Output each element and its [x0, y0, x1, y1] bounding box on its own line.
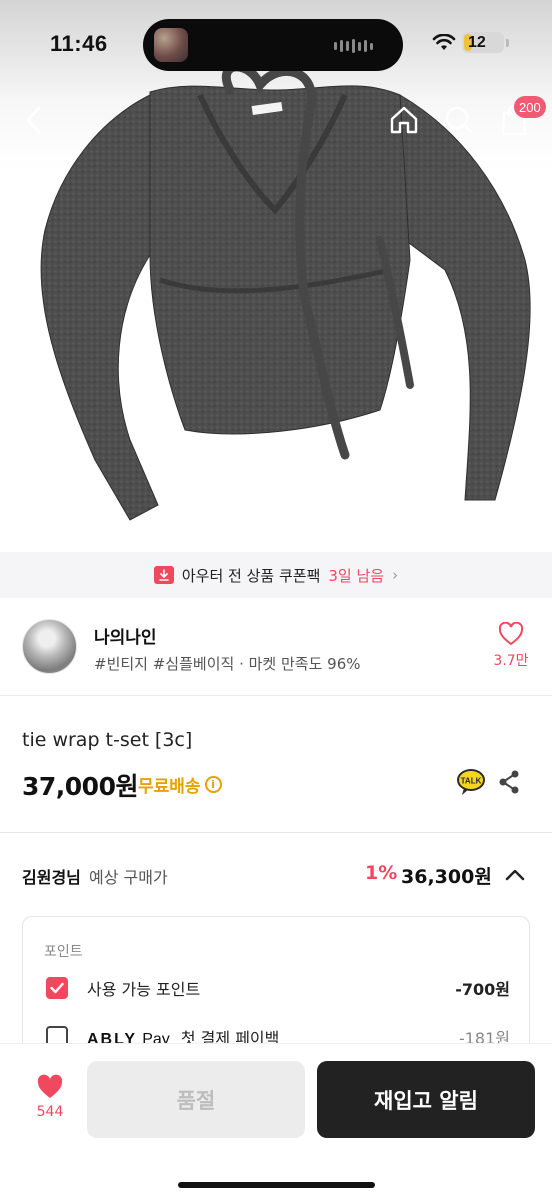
share-button[interactable]: [497, 769, 521, 795]
points-title: 포인트: [44, 944, 83, 960]
home-button[interactable]: [382, 98, 426, 142]
search-icon: [445, 106, 473, 134]
checkmark-icon: [50, 982, 64, 994]
available-points-row[interactable]: 사용 가능 포인트 -700원: [46, 974, 510, 1002]
wishlist-count: 544: [36, 1104, 64, 1120]
audio-waveform-icon: [334, 39, 373, 53]
coupon-remaining-days: 3일 남음: [328, 566, 385, 585]
expected-discount-percent: 1%: [365, 862, 398, 884]
coupon-banner[interactable]: 아우터 전 상품 쿠폰팩 3일 남음 ›: [0, 552, 552, 598]
chevron-up-icon[interactable]: [504, 864, 526, 886]
expected-price-value: 36,300원: [401, 866, 492, 888]
seller-name[interactable]: 나의나인: [94, 623, 157, 648]
available-points-value: -700원: [455, 980, 510, 999]
section-divider: [0, 832, 552, 833]
sold-out-button[interactable]: 품절: [87, 1061, 305, 1138]
heart-filled-icon: [37, 1074, 63, 1098]
product-image-area[interactable]: 11:46 12 200: [0, 0, 552, 552]
home-icon: [390, 106, 418, 134]
available-points-label: 사용 가능 포인트: [87, 980, 201, 999]
wishlist-button[interactable]: 544: [28, 1074, 72, 1120]
status-indicators: 12: [432, 32, 509, 53]
free-shipping-label[interactable]: 무료배송 i: [138, 772, 222, 797]
cart-count-badge: 200: [514, 96, 546, 118]
expected-price-label: 예상 구매가: [89, 868, 168, 887]
expected-price-toggle[interactable]: 김원경님 예상 구매가 1% 36,300원: [0, 850, 552, 900]
svg-text:TALK: TALK: [461, 777, 482, 786]
status-time: 11:46: [50, 31, 108, 56]
product-price: 37,000원: [22, 772, 138, 801]
talk-bubble-icon: TALK: [457, 769, 485, 795]
search-button[interactable]: [437, 98, 481, 142]
battery-level: 12: [468, 33, 486, 51]
seller-avatar[interactable]: [22, 619, 77, 674]
heart-outline-icon: [498, 622, 524, 646]
now-playing-artwork: [154, 28, 188, 62]
free-shipping-text: 무료배송: [138, 777, 201, 797]
coupon-text: 아우터 전 상품 쿠폰팩: [181, 566, 321, 585]
home-indicator[interactable]: [178, 1182, 375, 1188]
chevron-right-icon: ›: [392, 566, 399, 584]
seller-tags: #빈티지 #심플베이직 · 마켓 만족도 96%: [94, 655, 361, 673]
battery-icon: 12: [462, 32, 504, 53]
info-icon[interactable]: i: [204, 776, 222, 793]
bottom-action-bar: 544 품절 재입고 알림: [0, 1043, 552, 1200]
product-name: tie wrap t-set [3c]: [22, 729, 193, 751]
wifi-icon: [432, 33, 456, 50]
restock-alert-button[interactable]: 재입고 알림: [317, 1061, 535, 1138]
share-icon: [499, 770, 519, 794]
seller-like-button[interactable]: 3.7만: [489, 622, 533, 670]
kakao-talk-button[interactable]: TALK: [456, 768, 486, 796]
expected-price-user: 김원경님: [22, 868, 81, 887]
points-card: 포인트 사용 가능 포인트 -700원 ABLY Pay 첫 결제 페이백 -1…: [22, 916, 530, 1056]
back-button[interactable]: [12, 98, 56, 142]
back-icon: [26, 106, 41, 134]
seller-like-count: 3.7만: [493, 653, 529, 669]
download-coupon-icon: [153, 566, 174, 584]
points-checkbox[interactable]: [46, 977, 68, 999]
seller-section[interactable]: 나의나인 #빈티지 #심플베이직 · 마켓 만족도 96% 3.7만: [0, 598, 552, 696]
dynamic-island: [143, 19, 403, 71]
